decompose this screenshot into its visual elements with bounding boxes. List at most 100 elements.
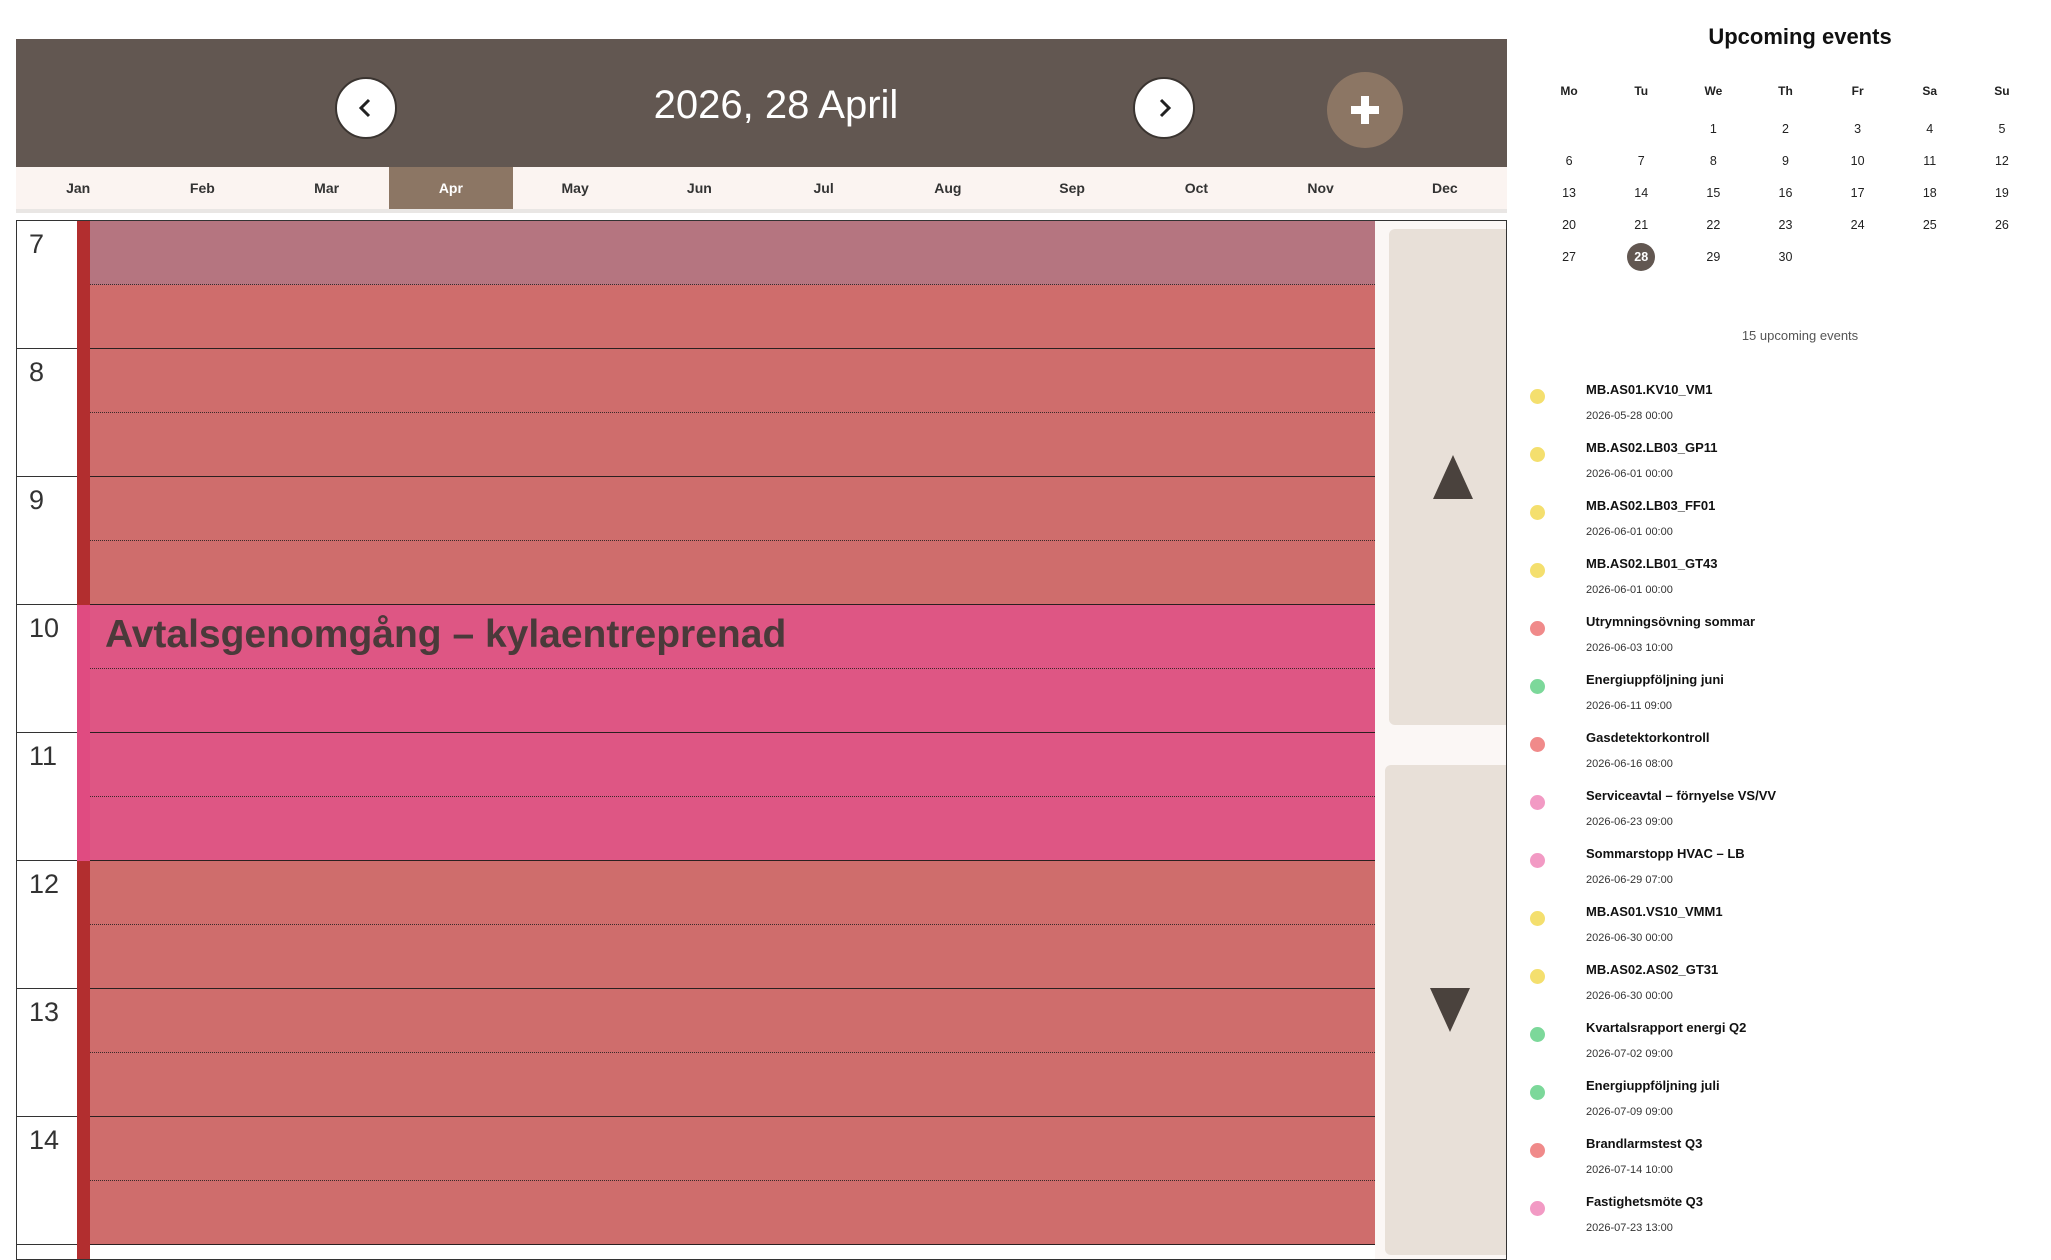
calendar-day[interactable]: 16 [1749, 179, 1821, 207]
upcoming-event-item[interactable]: Energiuppföljning juli 2026-07-09 09:00 [1530, 1078, 2030, 1136]
upcoming-event-item[interactable]: MB.AS02.LB01_GT43 2026-06-01 00:00 [1530, 556, 2030, 614]
month-tab-feb[interactable]: Feb [140, 167, 264, 209]
add-event-button[interactable] [1327, 72, 1403, 148]
upcoming-events-title: Upcoming events [1708, 24, 1892, 49]
calendar-day[interactable]: 10 [1822, 147, 1894, 175]
upcoming-event-item[interactable]: Serviceavtal – förnyelse VS/VV 2026-06-23… [1530, 788, 2030, 846]
scroll-down-button[interactable] [1385, 765, 1506, 1255]
time-slot[interactable] [90, 925, 1375, 989]
upcoming-event-item[interactable]: MB.AS02.AS02_GT31 2026-06-30 00:00 [1530, 962, 2030, 1020]
month-tab-mar[interactable]: Mar [265, 167, 389, 209]
calendar-day[interactable]: 21 [1605, 211, 1677, 239]
calendar-day[interactable]: 28 [1605, 243, 1677, 271]
calendar-day[interactable]: 12 [1966, 147, 2038, 175]
time-slot[interactable] [90, 1181, 1375, 1245]
calendar-day[interactable]: 5 [1966, 115, 2038, 143]
calendar-day[interactable]: 3 [1822, 115, 1894, 143]
calendar-day[interactable]: 30 [1749, 243, 1821, 271]
calendar-day[interactable]: 29 [1677, 243, 1749, 271]
event-slot[interactable] [90, 733, 1375, 797]
event-name: MB.AS02.LB03_GP11 [1586, 440, 1718, 455]
event-name: Energiuppföljning juli [1586, 1078, 1720, 1093]
calendar-day[interactable]: 11 [1894, 147, 1966, 175]
upcoming-event-item[interactable]: Kvartalsrapport energi Q2 2026-07-02 09:0… [1530, 1020, 2030, 1078]
calendar-day[interactable]: 27 [1533, 243, 1605, 271]
month-tab-may[interactable]: May [513, 167, 637, 209]
event-stripe [77, 605, 90, 861]
calendar-day[interactable]: 9 [1749, 147, 1821, 175]
calendar-day[interactable]: 6 [1533, 147, 1605, 175]
upcoming-event-item[interactable]: Fastighetsmöte Q3 2026-07-23 13:00 [1530, 1194, 2030, 1252]
event-name: Serviceavtal – förnyelse VS/VV [1586, 788, 1777, 803]
event-slot[interactable] [90, 797, 1375, 861]
event-date: 2026-06-30 00:00 [1586, 990, 1673, 1002]
calendar-day[interactable]: 14 [1605, 179, 1677, 207]
calendar-day[interactable]: 2 [1749, 115, 1821, 143]
calendar-day[interactable]: 22 [1677, 211, 1749, 239]
time-slot[interactable] [90, 861, 1375, 925]
upcoming-event-item[interactable]: Gasdetektorkontroll 2026-06-16 08:00 [1530, 730, 2030, 788]
calendar-day[interactable]: 23 [1749, 211, 1821, 239]
month-tab-sep[interactable]: Sep [1010, 167, 1134, 209]
upcoming-event-item[interactable]: MB.AS01.KV10_VM1 2026-05-28 00:00 [1530, 382, 2030, 440]
chevron-left-icon [358, 98, 371, 118]
time-slot[interactable] [90, 477, 1375, 541]
event-date: 2026-06-03 10:00 [1586, 642, 1673, 654]
month-tab-jun[interactable]: Jun [637, 167, 761, 209]
calendar-day[interactable]: 25 [1894, 211, 1966, 239]
calendar-day[interactable]: 24 [1822, 211, 1894, 239]
month-tab-aug[interactable]: Aug [886, 167, 1010, 209]
event-title[interactable]: Avtalsgenomgång – kylaentreprenad [105, 613, 786, 657]
calendar-day[interactable]: 13 [1533, 179, 1605, 207]
calendar-day[interactable]: 7 [1605, 147, 1677, 175]
calendar-day[interactable]: 20 [1533, 211, 1605, 239]
month-tab-nov[interactable]: Nov [1259, 167, 1383, 209]
half-hour-divider [90, 1052, 1375, 1053]
month-tab-dec[interactable]: Dec [1383, 167, 1507, 209]
time-slot[interactable] [90, 413, 1375, 477]
event-name: MB.AS02.AS02_GT31 [1586, 962, 1719, 977]
upcoming-event-item[interactable]: Brandlarmstest Q3 2026-07-14 10:00 [1530, 1136, 2030, 1194]
time-slot[interactable] [90, 1117, 1375, 1181]
calendar-day[interactable]: 26 [1966, 211, 2038, 239]
time-slot[interactable] [90, 285, 1375, 349]
hour-label: 13 [17, 989, 77, 1117]
event-color-dot [1530, 969, 1545, 984]
month-tab-jul[interactable]: Jul [762, 167, 886, 209]
time-slot[interactable] [90, 1053, 1375, 1117]
upcoming-event-item[interactable]: MB.AS02.LB03_GP11 2026-06-01 00:00 [1530, 440, 2030, 498]
weekday-label: Th [1778, 84, 1793, 98]
upcoming-count: 15 upcoming events [1741, 328, 1859, 343]
time-slot[interactable] [90, 989, 1375, 1053]
month-tab-oct[interactable]: Oct [1134, 167, 1258, 209]
month-tab-apr[interactable]: Apr [388, 167, 513, 209]
event-date: 2026-06-29 07:00 [1586, 874, 1673, 886]
calendar-day[interactable]: 19 [1966, 179, 2038, 207]
time-slot[interactable] [90, 221, 1375, 285]
hour-divider [77, 604, 1375, 605]
upcoming-event-item[interactable]: Sommarstopp HVAC – LB 2026-06-29 07:00 [1530, 846, 2030, 904]
upcoming-event-item[interactable]: MB.AS02.LB03_FF01 2026-06-01 00:00 [1530, 498, 2030, 556]
time-slot[interactable] [90, 541, 1375, 605]
upcoming-event-item[interactable]: Utrymningsövning sommar 2026-06-03 10:00 [1530, 614, 2030, 672]
hour-label: 7 [17, 221, 77, 349]
calendar-day[interactable]: 15 [1677, 179, 1749, 207]
upcoming-event-item[interactable]: MB.AS01.VS10_VMM1 2026-06-30 00:00 [1530, 904, 2030, 962]
calendar-day[interactable]: 17 [1822, 179, 1894, 207]
event-color-dot [1530, 389, 1545, 404]
calendar-day[interactable]: 18 [1894, 179, 1966, 207]
month-tab-jan[interactable]: Jan [16, 167, 140, 209]
calendar-day[interactable]: 8 [1677, 147, 1749, 175]
hour-label: 11 [17, 733, 77, 861]
event-name: MB.AS02.LB01_GT43 [1586, 556, 1718, 571]
scroll-up-button[interactable] [1389, 229, 1506, 725]
next-day-button[interactable] [1133, 77, 1195, 139]
calendar-day[interactable]: 1 [1677, 115, 1749, 143]
previous-day-button[interactable] [335, 77, 397, 139]
half-hour-divider [90, 668, 1375, 669]
calendar-day [1822, 243, 1894, 271]
calendar-day[interactable]: 4 [1894, 115, 1966, 143]
time-slot[interactable] [90, 349, 1375, 413]
upcoming-event-item[interactable]: Energiuppföljning juni 2026-06-11 09:00 [1530, 672, 2030, 730]
event-slot[interactable] [90, 669, 1375, 733]
